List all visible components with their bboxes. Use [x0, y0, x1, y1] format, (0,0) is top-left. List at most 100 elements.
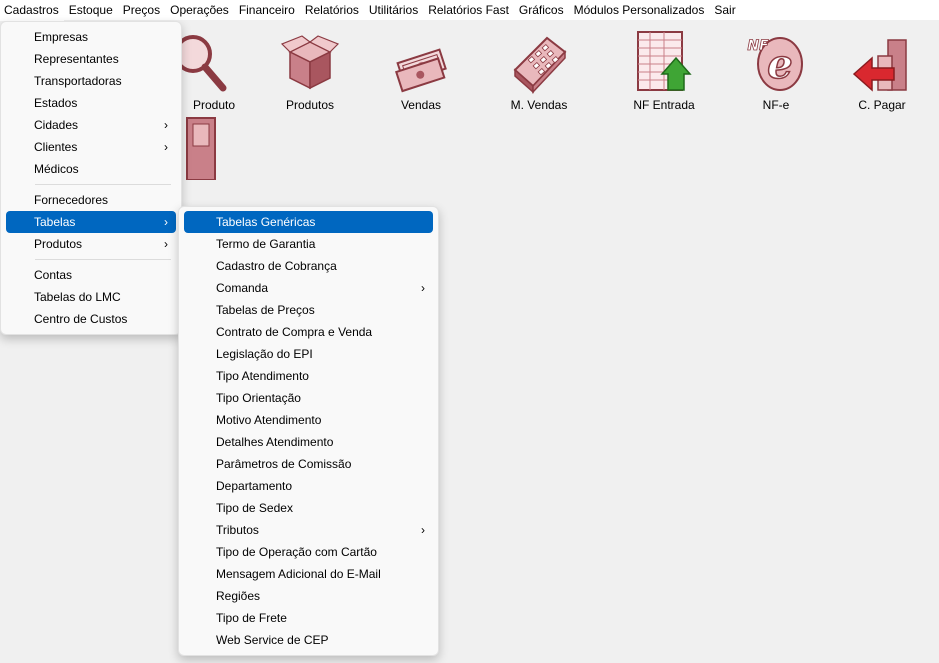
toolbar-m-vendas-button[interactable]: M. Vendas — [494, 30, 584, 112]
menu-item-label: Empresas — [34, 30, 89, 44]
menu-item-label: Tributos — [216, 523, 259, 537]
menu-item-label: Departamento — [216, 479, 293, 493]
submenu-item-motivo-atendimento[interactable]: Motivo Atendimento — [184, 409, 433, 431]
box-icon — [280, 35, 340, 90]
toolbar-produto-label: Produto — [192, 98, 236, 112]
menu-item-label: Tipo de Frete — [216, 611, 287, 625]
menu-item-label: Tipo Orientação — [216, 391, 301, 405]
chart-arrow-icon — [852, 39, 907, 92]
menu-item-estados[interactable]: Estados — [6, 92, 176, 114]
menu-precos[interactable]: Preços — [118, 0, 165, 21]
menu-operacoes[interactable]: Operações — [165, 0, 234, 21]
tabelas-submenu: Tabelas Genéricas Termo de Garantia Cada… — [178, 206, 439, 656]
submenu-item-departamento[interactable]: Departamento — [184, 475, 433, 497]
menu-graficos[interactable]: Gráficos — [514, 0, 569, 21]
menu-item-label: Fornecedores — [34, 193, 109, 207]
menu-item-medicos[interactable]: Médicos — [6, 158, 176, 180]
menu-item-label: Tipo Atendimento — [216, 369, 309, 383]
menu-relatorios[interactable]: Relatórios — [300, 0, 364, 21]
menu-item-contas[interactable]: Contas — [6, 264, 176, 286]
menu-item-tabelas-do-lmc[interactable]: Tabelas do LMC — [6, 286, 176, 308]
submenu-item-parametros-de-comissao[interactable]: Parâmetros de Comissão — [184, 453, 433, 475]
menu-item-label: Cidades — [34, 118, 79, 132]
nfe-icon: e NF — [747, 37, 803, 91]
submenu-item-tabelas-genericas[interactable]: Tabelas Genéricas — [184, 211, 433, 233]
submenu-item-tributos[interactable]: Tributos › — [184, 519, 433, 541]
submenu-item-legislacao-do-epi[interactable]: Legislação do EPI — [184, 343, 433, 365]
toolbar-produtos-label: Produtos — [285, 98, 335, 112]
menu-item-label: Centro de Custos — [34, 312, 128, 326]
chevron-right-icon: › — [164, 215, 168, 229]
menu-item-label: Tabelas do LMC — [34, 290, 121, 304]
menu-item-label: Tabelas de Preços — [216, 303, 315, 317]
toolbar-nfe-label: NF-e — [762, 98, 790, 112]
menu-item-produtos[interactable]: Produtos › — [6, 233, 176, 255]
menu-item-label: Tabelas Genéricas — [216, 215, 316, 229]
menu-separator — [35, 259, 171, 260]
submenu-item-tipo-atendimento[interactable]: Tipo Atendimento — [184, 365, 433, 387]
menu-item-label: Estados — [34, 96, 78, 110]
submenu-item-tipo-de-sedex[interactable]: Tipo de Sedex — [184, 497, 433, 519]
toolbar-vendas-button[interactable]: Vendas — [376, 30, 466, 112]
menu-item-empresas[interactable]: Empresas — [6, 26, 176, 48]
svg-text:e: e — [767, 41, 792, 88]
cash-icon — [395, 48, 447, 93]
menu-relatorios-fast[interactable]: Relatórios Fast — [423, 0, 514, 21]
chevron-right-icon: › — [164, 118, 168, 132]
menu-estoque[interactable]: Estoque — [64, 0, 118, 21]
chevron-right-icon: › — [421, 523, 425, 537]
menu-item-label: Web Service de CEP — [216, 633, 329, 647]
menu-item-label: Representantes — [34, 52, 119, 66]
submenu-item-detalhes-atendimento[interactable]: Detalhes Atendimento — [184, 431, 433, 453]
submenu-item-termo-de-garantia[interactable]: Termo de Garantia — [184, 233, 433, 255]
menu-item-label: Médicos — [34, 162, 79, 176]
menu-item-representantes[interactable]: Representantes — [6, 48, 176, 70]
submenu-item-web-service-de-cep[interactable]: Web Service de CEP — [184, 629, 433, 651]
menu-cadastros[interactable]: Cadastros — [0, 0, 64, 21]
menu-utilitarios[interactable]: Utilitários — [364, 0, 423, 21]
toolbar-nfe-button[interactable]: e NF NF-e — [731, 30, 821, 112]
menu-item-transportadoras[interactable]: Transportadoras — [6, 70, 176, 92]
menu-item-label: Comanda — [216, 281, 269, 295]
menu-item-label: Clientes — [34, 140, 78, 154]
submenu-item-tipo-de-operacao-com-cartao[interactable]: Tipo de Operação com Cartão — [184, 541, 433, 563]
spreadsheet-up-icon — [637, 31, 692, 91]
menu-modulos-personalizados[interactable]: Módulos Personalizados — [569, 0, 710, 21]
menu-item-centro-de-custos[interactable]: Centro de Custos — [6, 308, 176, 330]
submenu-item-regioes[interactable]: Regiões — [184, 585, 433, 607]
menu-item-label: Tipo de Operação com Cartão — [216, 545, 377, 559]
menu-financeiro[interactable]: Financeiro — [234, 0, 300, 21]
chevron-right-icon: › — [164, 140, 168, 154]
menu-item-clientes[interactable]: Clientes › — [6, 136, 176, 158]
menu-item-tabelas[interactable]: Tabelas › — [6, 211, 176, 233]
submenu-item-tipo-orientacao[interactable]: Tipo Orientação — [184, 387, 433, 409]
toolbar-m-vendas-label: M. Vendas — [510, 98, 568, 112]
menu-item-label: Tipo de Sedex — [216, 501, 293, 515]
menu-separator — [35, 184, 171, 185]
toolbar-c-pagar-button[interactable]: C. Pagar — [837, 30, 927, 112]
cadastros-menu: Empresas Representantes Transportadoras … — [0, 21, 182, 335]
submenu-item-cadastro-de-cobranca[interactable]: Cadastro de Cobrança — [184, 255, 433, 277]
submenu-item-mensagem-adicional-do-email[interactable]: Mensagem Adicional do E-Mail — [184, 563, 433, 585]
toolbar-produtos-button[interactable]: Produtos — [265, 30, 355, 112]
submenu-item-tabelas-de-precos[interactable]: Tabelas de Preços — [184, 299, 433, 321]
calculator-icon — [513, 36, 567, 94]
toolbar-vendas-label: Vendas — [400, 98, 442, 112]
menu-sair[interactable]: Sair — [709, 0, 740, 21]
menu-item-label: Regiões — [216, 589, 261, 603]
submenu-item-tipo-de-frete[interactable]: Tipo de Frete — [184, 607, 433, 629]
toolbar-nf-entrada-label: NF Entrada — [633, 98, 695, 112]
menu-item-label: Legislação do EPI — [216, 347, 313, 361]
svg-text:NF: NF — [747, 38, 769, 54]
menu-item-label: Tabelas — [34, 215, 76, 229]
toolbar-nf-entrada-button[interactable]: NF Entrada — [619, 30, 709, 112]
menu-item-label: Termo de Garantia — [216, 237, 316, 251]
menu-item-fornecedores[interactable]: Fornecedores — [6, 189, 176, 211]
submenu-item-contrato-de-compra-e-venda[interactable]: Contrato de Compra e Venda — [184, 321, 433, 343]
menu-bar: Cadastros Estoque Preços Operações Finan… — [0, 0, 939, 21]
menu-item-label: Contas — [34, 268, 73, 282]
menu-item-label: Mensagem Adicional do E-Mail — [216, 567, 381, 581]
menu-item-label: Transportadoras — [34, 74, 122, 88]
submenu-item-comanda[interactable]: Comanda › — [184, 277, 433, 299]
menu-item-cidades[interactable]: Cidades › — [6, 114, 176, 136]
